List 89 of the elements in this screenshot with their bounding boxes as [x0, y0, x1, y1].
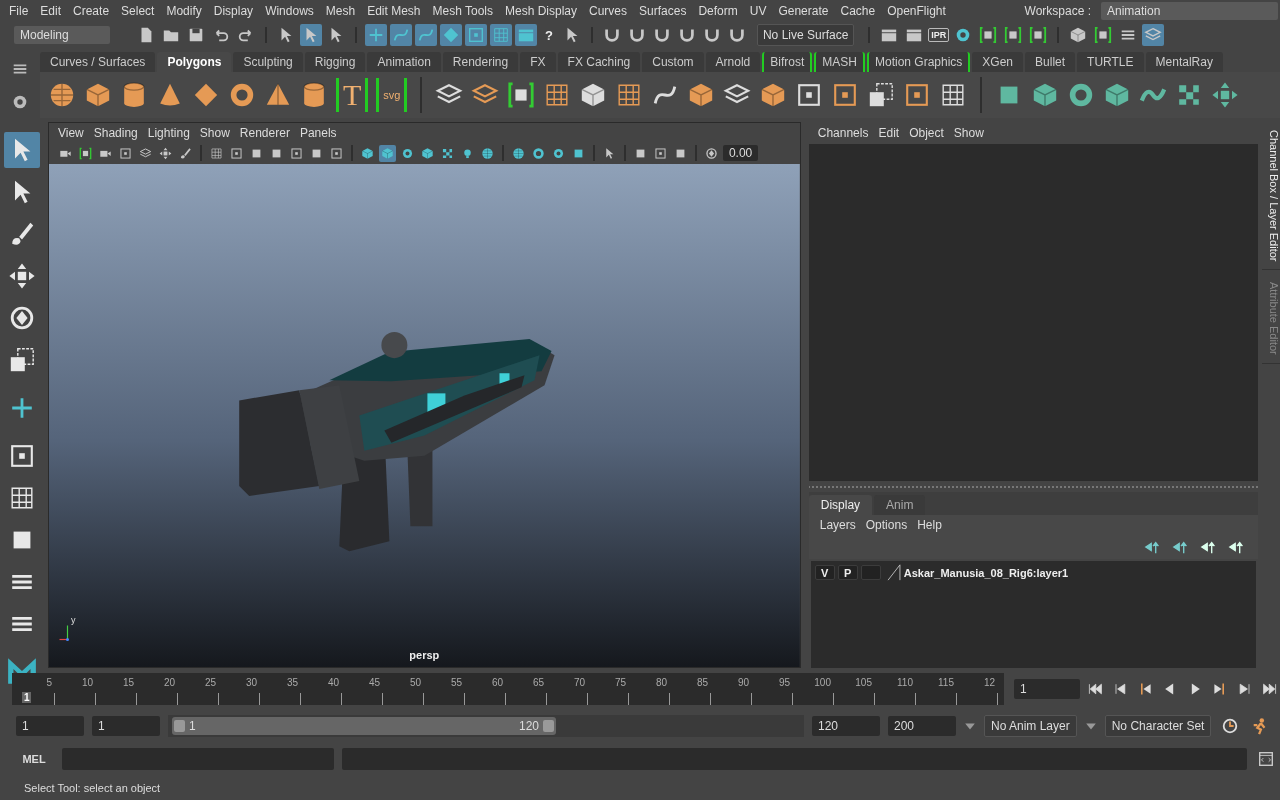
menu-item[interactable]: Windows	[260, 3, 319, 18]
sphere-icon[interactable]	[48, 81, 76, 109]
menu-set-dropdown[interactable]: Modeling	[14, 26, 110, 44]
menu-item[interactable]: Edit	[873, 126, 905, 140]
menu-item[interactable]: Renderer	[234, 125, 295, 140]
layer-editor-tab[interactable]: Display	[808, 495, 873, 515]
scale-icon[interactable]	[867, 81, 896, 109]
shelf-tab[interactable]: Motion Graphics	[867, 52, 971, 72]
menu-item[interactable]: Layers	[814, 518, 861, 532]
menu-item[interactable]: Object	[904, 126, 949, 140]
start-frame-field[interactable]: 1	[16, 716, 84, 736]
menu-item[interactable]: Cache	[835, 3, 881, 18]
menu-item[interactable]: Modify	[161, 3, 207, 18]
shelf-tab[interactable]: Animation	[367, 52, 441, 72]
playback-start-field[interactable]: 1	[92, 716, 160, 736]
menu-item[interactable]: Panels	[294, 125, 342, 140]
axis-label: y	[70, 615, 76, 625]
menu-item[interactable]: Options	[860, 518, 913, 532]
ipr-render-button[interactable]: IPR	[928, 28, 950, 42]
shelf-tab[interactable]: TURTLE	[1077, 52, 1144, 72]
menu-item[interactable]: UV	[744, 3, 772, 18]
move-icon[interactable]	[1211, 81, 1240, 109]
shelf-tab[interactable]: Custom	[642, 52, 704, 72]
layer-editor-tab[interactable]: Anim	[874, 495, 926, 515]
cube-icon[interactable]	[84, 81, 112, 109]
shelf-tab[interactable]: Rendering	[442, 52, 519, 72]
current-frame-field[interactable]: 1	[1014, 679, 1080, 699]
diamond-icon[interactable]	[192, 81, 220, 109]
menu-item[interactable]: Deform	[693, 3, 743, 18]
layers-icon[interactable]	[1142, 24, 1165, 46]
side-tab[interactable]: Channel Box / Layer Editor	[1262, 122, 1280, 271]
menu-item[interactable]: Edit	[35, 3, 67, 18]
shelf-tab[interactable]: FX Caching	[557, 52, 641, 72]
end-frame-field[interactable]: 200	[888, 716, 956, 736]
cube-icon[interactable]	[378, 144, 396, 162]
menu-item[interactable]: Surfaces	[634, 3, 692, 18]
shelf-tab[interactable]: Sculpting	[233, 52, 303, 72]
menu-item[interactable]: Channels	[812, 126, 874, 140]
menu-item[interactable]: Mesh Display	[500, 3, 583, 18]
menu-item[interactable]: View	[52, 125, 89, 140]
menu-item[interactable]: Edit Mesh	[362, 3, 426, 18]
shelf-tab[interactable]: Curves / Surfaces	[40, 52, 156, 72]
menu-item[interactable]: Show	[948, 126, 989, 140]
exposure-field[interactable]: 0.00	[722, 145, 759, 161]
type-tool-button[interactable]: T	[336, 78, 369, 112]
help-line-text: Select Tool: select an object	[24, 782, 161, 794]
menu-item[interactable]: Help	[912, 518, 947, 532]
svg-tool-button[interactable]: svg	[376, 78, 408, 112]
shelf-tab[interactable]: MASH	[814, 52, 865, 72]
color-swatch[interactable]	[860, 565, 881, 580]
menu-item[interactable]: Generate	[773, 3, 834, 18]
playback-toggle[interactable]: P	[837, 565, 858, 580]
help-button[interactable]: ?	[540, 25, 558, 45]
menu-item[interactable]: Select	[116, 3, 160, 18]
shelf-tab[interactable]: Rigging	[304, 52, 366, 72]
workspace-dropdown[interactable]: Animation	[1101, 1, 1278, 20]
menu-item[interactable]: Lighting	[142, 125, 195, 140]
axis-icon	[58, 625, 69, 641]
character-set-dropdown[interactable]: No Character Set	[1104, 715, 1212, 737]
shelf-tab[interactable]: Polygons	[157, 52, 232, 72]
shelf-tab[interactable]: Arnold	[705, 52, 761, 72]
layer-name[interactable]: Askar_Manusia_08_Rig6:layer1	[903, 566, 1069, 579]
shelf-tab[interactable]: Bullet	[1025, 52, 1076, 72]
workspace-label: Workspace :	[1024, 3, 1091, 18]
visibility-toggle[interactable]: V	[814, 565, 835, 580]
ring-icon[interactable]	[228, 81, 256, 109]
shelf-tab[interactable]: XGen	[972, 52, 1024, 72]
menu-item[interactable]: Shading	[88, 125, 143, 140]
command-input[interactable]	[62, 748, 334, 770]
shelf-tab[interactable]: FX	[520, 52, 556, 72]
playback-end-field[interactable]: 120	[812, 716, 880, 736]
time-slider[interactable]: 1 5 10 15 20 25 30 35 40 45 50 55 60 65 70 75 80 85 90 95 100 105 110 115 12	[12, 673, 1005, 705]
cursor-icon[interactable]	[3, 132, 40, 168]
menu-item[interactable]: Mesh	[320, 3, 361, 18]
menu-item[interactable]: Display	[208, 3, 259, 18]
menu-item[interactable]: Mesh Tools	[427, 3, 498, 18]
live-surface-field[interactable]: No Live Surface	[756, 24, 855, 46]
shelf-tab[interactable]: MentalRay	[1145, 52, 1223, 72]
bracketed-square-icon[interactable]	[507, 81, 536, 109]
anim-layer-dropdown[interactable]: No Anim Layer	[984, 715, 1077, 737]
menu-item[interactable]: Show	[194, 125, 235, 140]
menu-item[interactable]: Create	[68, 3, 115, 18]
menu-item[interactable]: Curves	[584, 3, 633, 18]
command-language-label[interactable]: MEL	[14, 753, 54, 765]
menu-item[interactable]: File	[4, 3, 34, 18]
camera-label: persp	[409, 649, 440, 661]
shelf-tab[interactable]: Bifrost	[762, 52, 813, 72]
menu-item[interactable]: OpenFlight	[882, 3, 951, 18]
slash-icon	[886, 564, 901, 581]
